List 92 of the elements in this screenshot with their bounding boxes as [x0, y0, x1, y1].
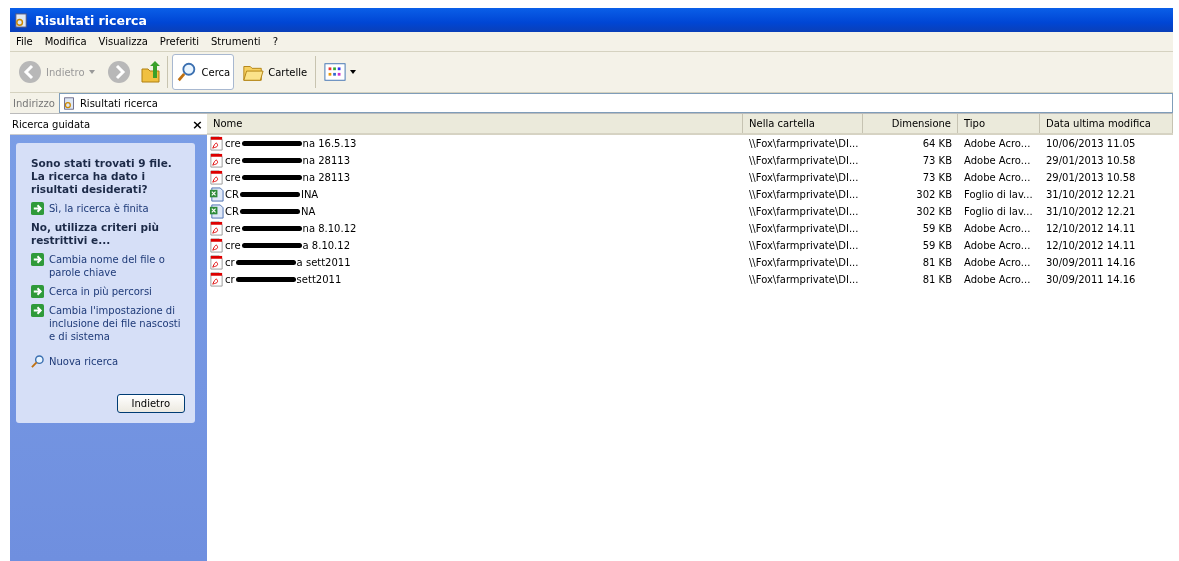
size-cell-text: 73 KB	[921, 172, 953, 183]
caret-icon	[88, 70, 95, 74]
file-name[interactable]: CR NA	[225, 206, 316, 217]
size-cell-text: 59 KB	[921, 240, 953, 251]
size-cell-text: 81 KB	[921, 257, 953, 268]
date-cell-text: 29/01/2013 10.58	[1045, 172, 1137, 183]
search-option-link[interactable]: Cerca in più percorsi	[49, 285, 152, 298]
type-cell-text: Adobe Acro...	[963, 257, 1032, 268]
file-name[interactable]: cr sett2011	[225, 274, 342, 285]
redaction-mark	[241, 243, 302, 248]
menu-item[interactable]: File	[16, 36, 33, 47]
folder-cell-text: \\Fox\farmprivate\DI...	[748, 155, 860, 166]
redaction-mark	[235, 260, 296, 265]
back-button[interactable]: Indietro	[116, 394, 185, 413]
date-cell-text: 12/10/2012 14.11	[1045, 223, 1137, 234]
redaction-mark	[241, 158, 302, 163]
redaction-mark	[235, 277, 296, 282]
redaction-mark	[241, 226, 302, 231]
folder-cell-text: \\Fox\farmprivate\DI...	[748, 257, 860, 268]
date-cell-text: 29/01/2013 10.58	[1045, 155, 1137, 166]
date-cell-text: 31/10/2012 12.21	[1045, 189, 1137, 200]
type-cell-text: Adobe Acro...	[963, 240, 1032, 251]
search-window-icon	[62, 96, 76, 110]
caret-icon	[350, 70, 357, 74]
search-window-icon	[14, 12, 29, 28]
date-cell-text: 10/06/2013 11.05	[1045, 138, 1137, 149]
menu-item[interactable]: Strumenti	[210, 36, 261, 47]
menu-item[interactable]: ?	[272, 36, 278, 47]
menu-item[interactable]: Modifica	[44, 36, 87, 47]
search-icon	[31, 355, 44, 368]
size-cell-text: 302 KB	[915, 189, 953, 200]
file-name[interactable]: CR INA	[225, 189, 319, 200]
result-question: Sono stati trovati 9 file. La ricerca ha dato i risultati desiderati?	[31, 157, 173, 196]
type-cell-text: Foglio di lav...	[963, 189, 1034, 200]
search-icon	[175, 61, 198, 83]
arrow-icon	[31, 202, 44, 215]
arrow-icon	[31, 253, 44, 266]
redaction-mark	[239, 192, 300, 197]
file-name[interactable]: cre na 28113	[225, 172, 350, 183]
address-field[interactable]: Risultati ricerca	[58, 93, 1173, 113]
finish-link[interactable]: Sì, la ricerca è finita	[49, 202, 149, 215]
search-option-link[interactable]: Cambia nome del file o parole chiave	[49, 253, 185, 279]
size-cell-text: 64 KB	[921, 138, 953, 149]
close-button[interactable]: ×	[192, 116, 203, 132]
type-cell-text: Adobe Acro...	[963, 138, 1032, 149]
folder-cell-text: \\Fox\farmprivate\DI...	[748, 240, 860, 251]
type-cell-text: Foglio di lav...	[963, 206, 1034, 217]
folder-cell-text: \\Fox\farmprivate\DI...	[748, 274, 860, 285]
file-name[interactable]: cre a 8.10.12	[225, 240, 351, 251]
date-cell-text: 12/10/2012 14.11	[1045, 240, 1137, 251]
type-cell-text: Adobe Acro...	[963, 223, 1032, 234]
file-name[interactable]: cre na 16.5.13	[225, 138, 357, 149]
redaction-mark	[239, 209, 300, 214]
folder-cell-text: \\Fox\farmprivate\DI...	[748, 189, 860, 200]
refine-heading: No, utilizza criteri più restrittivi e...	[31, 221, 161, 247]
date-cell-text: 30/09/2011 14.16	[1045, 257, 1137, 268]
date-cell-text: 31/10/2012 12.21	[1045, 206, 1137, 217]
arrow-icon	[31, 285, 44, 298]
folder-up-icon[interactable]	[138, 60, 163, 84]
search-button[interactable]: Cerca	[171, 54, 235, 90]
window-title: Risultati ricerca	[35, 12, 147, 28]
column-header[interactable]: Tipo	[958, 114, 1040, 133]
size-cell-text: 81 KB	[921, 274, 953, 285]
column-header[interactable]: Nome	[207, 114, 743, 133]
size-cell-text: 59 KB	[921, 223, 953, 234]
views-icon	[324, 61, 347, 83]
file-name[interactable]: cre na 28113	[225, 155, 350, 166]
menu-item[interactable]: Preferiti	[159, 36, 199, 47]
type-cell-text: Adobe Acro...	[963, 155, 1032, 166]
search-option-link[interactable]: Nuova ricerca	[49, 355, 119, 368]
type-cell-text: Adobe Acro...	[963, 172, 1032, 183]
redaction-mark	[241, 175, 302, 180]
folders-button[interactable]: Cartelle	[238, 54, 312, 90]
redaction-mark	[241, 141, 302, 146]
column-header[interactable]: Data ultima modifica	[1040, 114, 1173, 133]
folder-cell-text: \\Fox\farmprivate\DI...	[748, 223, 860, 234]
menu-item[interactable]: Visualizza	[98, 36, 148, 47]
address-label: Indirizzo	[13, 97, 55, 109]
arrow-icon	[31, 304, 44, 317]
sidebar-title: Ricerca guidata	[12, 118, 91, 130]
folder-cell-text: \\Fox\farmprivate\DI...	[748, 206, 860, 217]
folder-cell-text: \\Fox\farmprivate\DI...	[748, 172, 860, 183]
size-cell-text: 73 KB	[921, 155, 953, 166]
column-header[interactable]: Nella cartella	[743, 114, 863, 133]
file-name[interactable]: cr a sett2011	[225, 257, 351, 268]
date-cell-text: 30/09/2011 14.16	[1045, 274, 1137, 285]
folder-cell-text: \\Fox\farmprivate\DI...	[748, 138, 860, 149]
size-cell-text: 302 KB	[915, 206, 953, 217]
file-name[interactable]: cre na 8.10.12	[225, 223, 357, 234]
search-option-link[interactable]: Cambia l'impostazione di inclusione dei file nascosti e di sistema	[49, 304, 185, 343]
type-cell-text: Adobe Acro...	[963, 274, 1032, 285]
column-header[interactable]: Dimensione	[863, 114, 958, 133]
